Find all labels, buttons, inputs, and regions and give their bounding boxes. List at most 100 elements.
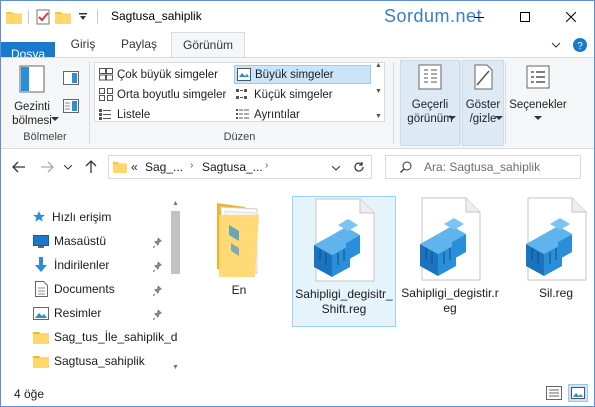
file-item-reg-degistir[interactable]: Sahipligi_degistir.reg (398, 196, 502, 316)
file-item-reg-sil[interactable]: Sil.reg (504, 196, 594, 301)
file-name: Sahipligi_degistir.reg (401, 286, 499, 315)
large-icons-view-toggle[interactable] (568, 384, 588, 402)
chevron-down-icon (64, 164, 72, 170)
layout-gallery-scroll[interactable]: ▲ ▼ ▼ (373, 62, 384, 120)
qat-separator (97, 10, 98, 24)
back-button[interactable] (11, 159, 27, 175)
layout-large-icons[interactable]: Büyük simgeler (234, 65, 371, 84)
dropdown-arrow-icon (534, 116, 542, 120)
registry-file-icon (526, 197, 587, 281)
layout-list[interactable]: Listele (97, 105, 233, 124)
desktop-icon (33, 233, 49, 249)
details-pane-icon[interactable] (63, 99, 79, 116)
up-button[interactable] (83, 159, 99, 175)
preview-pane-icon[interactable] (63, 71, 79, 88)
list-icon (99, 109, 111, 120)
nav-item-label: Masaüstü (54, 234, 107, 248)
pin-icon[interactable] (153, 286, 163, 296)
forward-button[interactable] (39, 159, 55, 175)
scroll-up-icon[interactable]: ▲ (375, 62, 382, 69)
chevron-down-icon[interactable] (332, 166, 340, 171)
recent-locations-button[interactable] (63, 159, 73, 175)
breadcrumb-overflow[interactable]: « (131, 160, 138, 174)
navigation-pane-label-2: bölmesi (12, 115, 52, 127)
file-item-folder-en[interactable]: En (191, 195, 287, 298)
navigation-pane-button[interactable]: Gezinti bölmesi (7, 64, 59, 128)
close-icon (566, 11, 576, 22)
svg-text:?: ? (577, 41, 583, 52)
arrow-right-icon (41, 161, 54, 173)
extra-large-icons-icon (99, 68, 113, 81)
dropdown-arrow-icon (448, 116, 456, 120)
collapse-ribbon-button[interactable] (545, 32, 567, 57)
layout-small-icons[interactable]: Küçük simgeler (234, 85, 371, 104)
address-bar[interactable]: « Sag_... › Sagtusa_... › (108, 155, 372, 179)
arrow-left-icon (12, 161, 25, 173)
registry-file-icon (314, 198, 375, 282)
ribbon-separator (89, 62, 90, 144)
nav-item-label: Documents (54, 282, 115, 296)
pin-icon[interactable] (153, 262, 163, 272)
explorer-window: Sagtusa_sahiplik Sordum.net Dosya Giriş … (0, 0, 595, 407)
file-name: En (231, 283, 247, 297)
folder-icon[interactable] (5, 8, 23, 26)
layout-item-label: Ayrıntılar (254, 108, 300, 121)
navigation-pane-scrollbar[interactable]: ▲ ▼ (169, 197, 182, 373)
file-name: Sil.reg (538, 286, 573, 300)
gallery-more-icon[interactable]: ▼ (375, 113, 382, 120)
search-icon (400, 161, 412, 173)
layout-item-label: Listele (117, 108, 151, 121)
show-hide-icon (474, 64, 493, 90)
breadcrumb-separator-icon[interactable]: › (265, 160, 268, 171)
show-hide-label: Göster (465, 99, 501, 111)
search-placeholder: Ara: Sagtusa_sahiplik (424, 160, 541, 174)
scroll-down-icon[interactable]: ▼ (375, 88, 382, 95)
item-count: 4 öğe (14, 387, 45, 401)
folder-icon (33, 353, 49, 369)
tab-view[interactable]: Görünüm (171, 32, 245, 58)
star-icon (31, 209, 47, 225)
details-view-toggle[interactable] (544, 384, 564, 402)
maximize-icon (520, 11, 530, 22)
file-list-view: En Sahipligi_degisitr_Shift.reg Sahiplig… (183, 185, 594, 373)
help-button[interactable]: ? (569, 32, 591, 57)
breadcrumb-separator-icon[interactable]: › (190, 160, 193, 171)
layout-details[interactable]: Ayrıntılar (234, 105, 371, 124)
pictures-icon (33, 305, 49, 321)
close-button[interactable] (548, 1, 594, 32)
refresh-icon[interactable] (353, 161, 365, 173)
small-icons-icon (236, 89, 247, 99)
nav-item-label: Hızlı erişim (52, 210, 112, 224)
pin-icon[interactable] (153, 238, 163, 248)
current-view-label-2: görünüm (407, 113, 453, 125)
layout-extra-large-icons[interactable]: Çok büyük simgeler (97, 65, 233, 84)
options-button[interactable]: Seçenekler (509, 64, 567, 112)
tab-share[interactable]: Paylaş (111, 32, 167, 57)
ribbon-separator (460, 62, 461, 144)
layout-medium-icons[interactable]: Orta boyutlu simgeler (97, 85, 233, 104)
file-name: Sahipligi_degisitr_Shift.reg (295, 287, 393, 316)
scrollbar-thumb[interactable] (171, 211, 180, 274)
minimize-button[interactable] (456, 1, 502, 32)
details-icon (236, 109, 249, 119)
layout-group-label: Düzen (223, 131, 256, 143)
options-icon (526, 65, 550, 89)
options-label: Seçenekler (509, 99, 567, 111)
breadcrumb-item[interactable]: Sag_... (145, 160, 183, 174)
scroll-down-icon[interactable]: ▼ (169, 361, 182, 373)
properties-check-icon[interactable] (34, 8, 52, 26)
breadcrumb-item[interactable]: Sagtusa_... (202, 160, 263, 174)
tab-home[interactable]: Giriş (61, 32, 105, 57)
file-item-reg-shift[interactable]: Sahipligi_degisitr_Shift.reg (292, 196, 396, 327)
scroll-up-icon[interactable]: ▲ (169, 197, 182, 209)
navigation-bar: « Sag_... › Sagtusa_... › Ara: Sagtusa_s… (1, 149, 594, 185)
large-icons-view-icon (571, 387, 585, 399)
customize-qat-icon[interactable] (74, 8, 92, 26)
pin-icon[interactable] (153, 310, 163, 320)
search-box[interactable]: Ara: Sagtusa_sahiplik (385, 155, 581, 179)
current-view-icon (418, 64, 442, 90)
new-folder-icon[interactable] (54, 8, 72, 26)
maximize-button[interactable] (502, 1, 548, 32)
minimize-icon (474, 16, 484, 18)
layout-item-label: Çok büyük simgeler (117, 68, 218, 81)
